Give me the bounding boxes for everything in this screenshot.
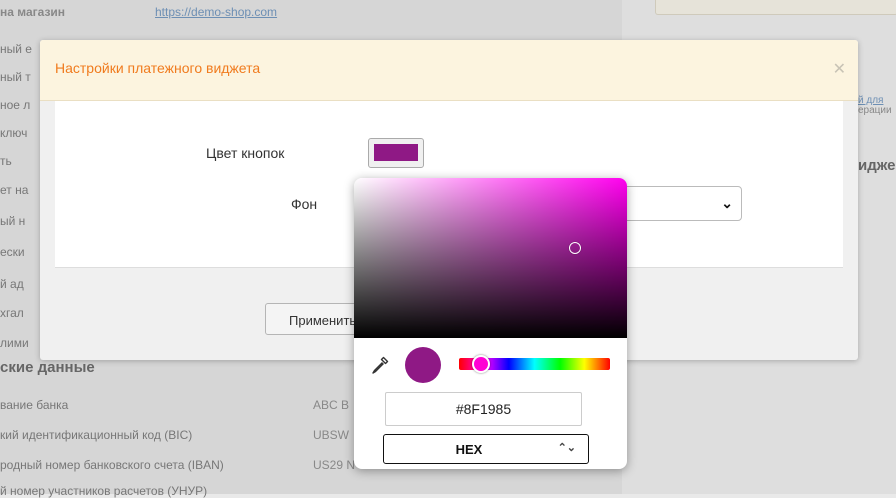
left-fragment: ески xyxy=(0,245,25,259)
left-fragment: ное л xyxy=(0,98,31,112)
left-fragment: ключ xyxy=(0,126,28,140)
bank-row-label: родный номер банковского счета (IBAN) xyxy=(0,458,224,472)
bank-row-value: US29 N xyxy=(313,458,356,472)
bank-row-label: вание банка xyxy=(0,398,69,412)
modal-title: Настройки платежного виджета xyxy=(55,60,261,76)
store-link[interactable]: https://demo-shop.com xyxy=(155,5,277,19)
left-fragment: ет на xyxy=(0,183,29,197)
saturation-value-cursor[interactable] xyxy=(569,242,581,254)
left-fragment: ный е xyxy=(0,42,32,56)
close-icon[interactable]: ✕ xyxy=(833,59,846,79)
left-fragment: ный т xyxy=(0,70,31,84)
bank-row-label: й номер участников расчетов (УНУР) xyxy=(0,484,208,498)
background-label: Фон xyxy=(291,196,318,212)
left-fragment: ый н xyxy=(0,214,26,228)
format-select[interactable]: HEX ⌃⌄ xyxy=(383,434,589,464)
modal-header: Настройки платежного виджета ✕ xyxy=(40,40,858,101)
left-fragment: лими xyxy=(0,336,29,350)
left-fragment: хгал xyxy=(0,306,24,320)
bank-row-label: кий идентификационный код (BIC) xyxy=(0,428,193,442)
store-link-label: на магазин xyxy=(0,5,66,19)
chevron-down-icon: ⌄ xyxy=(721,195,733,211)
bank-section-title: ские данные xyxy=(0,359,95,376)
saturation-value-area[interactable] xyxy=(354,178,627,338)
hue-slider-thumb[interactable] xyxy=(472,355,490,373)
right-small-text: ерации xyxy=(858,105,892,116)
button-color-swatch[interactable] xyxy=(368,138,424,168)
button-color-swatch-fill xyxy=(374,144,418,161)
background-card xyxy=(655,0,896,15)
bank-row-value: UBSW xyxy=(313,428,349,442)
right-heading: идже xyxy=(858,157,896,174)
left-fragment: ть xyxy=(0,154,12,168)
color-preview xyxy=(405,347,441,383)
color-picker-popup: HEX ⌃⌄ xyxy=(354,178,627,469)
hex-input[interactable] xyxy=(385,392,582,426)
updown-arrow-icon: ⌃⌄ xyxy=(557,442,576,454)
left-fragment: й ад xyxy=(0,277,24,291)
eyedropper-icon[interactable] xyxy=(370,355,390,375)
format-label: HEX xyxy=(455,442,483,457)
button-color-label: Цвет кнопок xyxy=(206,145,285,161)
bank-row-value: ABC B xyxy=(313,398,350,412)
